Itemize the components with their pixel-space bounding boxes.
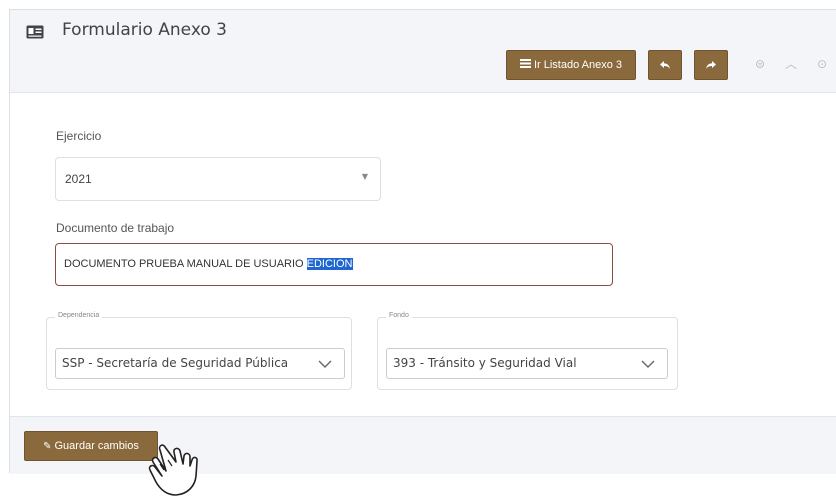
dependencia-select[interactable]: SSP - Secretaría de Seguridad Pública bbox=[55, 348, 345, 379]
ejercicio-select[interactable]: 2021 ▼ bbox=[55, 157, 381, 201]
undo-icon bbox=[660, 61, 670, 69]
save-button[interactable]: ✎ Guardar cambios bbox=[24, 431, 158, 461]
page-title: Formulario Anexo 3 bbox=[62, 20, 227, 40]
card-body: Ejercicio 2021 ▼ Documento de trabajo DO… bbox=[10, 92, 836, 416]
form-card: Formulario Anexo 3 Ir Listado Anexo 3 ⊜ … bbox=[9, 9, 836, 474]
id-card-icon bbox=[26, 25, 44, 39]
documento-value: DOCUMENTO PRUEBA MANUAL DE USUARIO EDICI… bbox=[64, 258, 353, 270]
dependencia-group: Dependencia SSP - Secretaría de Segurida… bbox=[46, 312, 352, 390]
card-footer: ✎ Guardar cambios bbox=[10, 416, 836, 474]
chevron-down-icon bbox=[641, 360, 655, 368]
ejercicio-label: Ejercicio bbox=[56, 129, 102, 143]
go-to-list-label: Ir Listado Anexo 3 bbox=[533, 59, 623, 71]
redo-button[interactable] bbox=[694, 50, 728, 80]
selected-text: EDICION bbox=[306, 258, 353, 270]
documento-label: Documento de trabajo bbox=[56, 221, 175, 235]
fondo-value: 393 - Tránsito y Seguridad Vial bbox=[393, 356, 577, 370]
edit-icon: ✎ bbox=[43, 440, 52, 452]
list-icon bbox=[519, 59, 531, 71]
dependencia-legend: Dependencia bbox=[55, 312, 103, 319]
save-button-label: Guardar cambios bbox=[54, 440, 139, 452]
chevron-down-icon bbox=[318, 360, 332, 368]
ejercicio-value: 2021 bbox=[65, 172, 92, 186]
hand-pointer-icon bbox=[148, 444, 198, 496]
dependencia-value: SSP - Secretaría de Seguridad Pública bbox=[62, 356, 289, 370]
fondo-legend: Fondo bbox=[386, 312, 412, 319]
fondo-group: Fondo 393 - Tránsito y Seguridad Vial bbox=[377, 312, 678, 390]
undo-button[interactable] bbox=[648, 50, 682, 80]
collapse-icon[interactable]: ︿ bbox=[782, 55, 800, 73]
documento-input[interactable]: DOCUMENTO PRUEBA MANUAL DE USUARIO EDICI… bbox=[55, 243, 613, 286]
go-to-list-button[interactable]: Ir Listado Anexo 3 bbox=[506, 50, 636, 80]
card-header: Formulario Anexo 3 Ir Listado Anexo 3 ⊜ … bbox=[10, 10, 836, 93]
caret-down-icon: ▼ bbox=[361, 172, 368, 181]
redo-icon bbox=[706, 61, 716, 69]
fondo-select[interactable]: 393 - Tránsito y Seguridad Vial bbox=[386, 348, 668, 379]
settings-icon[interactable]: ⊜ bbox=[751, 55, 769, 73]
close-circle-icon[interactable]: ⊙ bbox=[813, 55, 831, 73]
